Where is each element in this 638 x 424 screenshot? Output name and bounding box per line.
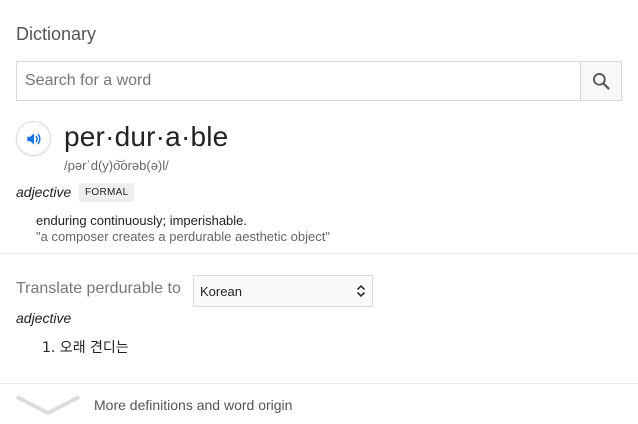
pronunciation-button[interactable] (16, 121, 51, 156)
selected-language: Korean (200, 283, 242, 299)
more-definitions-link[interactable]: More definitions and word origin (0, 384, 638, 424)
section-divider (0, 253, 638, 254)
translation-item: 1. 오래 견디는 (42, 340, 129, 356)
speaker-icon (26, 132, 41, 145)
search-input[interactable] (17, 62, 582, 100)
translation-part-of-speech: adjective (16, 310, 72, 326)
search-box (16, 61, 622, 101)
part-of-speech: adjective (16, 184, 72, 200)
search-icon (593, 73, 610, 90)
example-sentence: "a composer creates a perdurable aesthet… (36, 229, 330, 244)
search-button[interactable] (580, 62, 621, 100)
register-badge: FORMAL (79, 183, 135, 202)
chevron-down-icon (16, 395, 80, 415)
dictionary-title: Dictionary (16, 24, 97, 44)
phonetic-spelling: /pərˈd(y)o͝orəb(ə)l/ (64, 158, 169, 173)
more-definitions-label: More definitions and word origin (94, 397, 293, 413)
language-select[interactable]: Korean (193, 275, 373, 307)
headword: per·dur·a·ble (64, 121, 229, 152)
translate-label: Translate perdurable to (16, 280, 181, 297)
dictionary-card: Dictionary per·dur·a·ble /pərˈd(y)o͝orəb… (0, 0, 638, 424)
select-arrows-icon (356, 284, 366, 298)
definition-text: enduring continuously; imperishable. (36, 213, 248, 228)
